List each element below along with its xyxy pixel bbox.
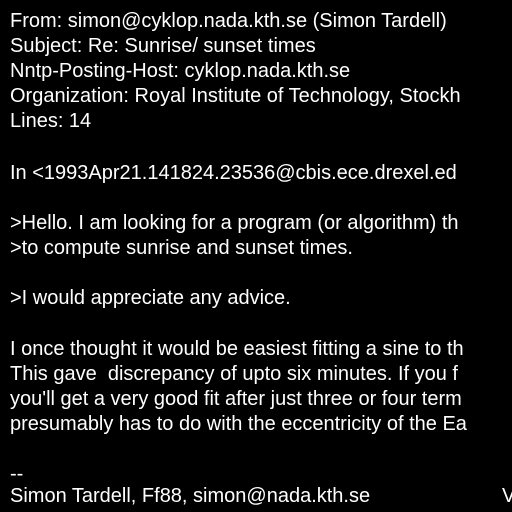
header-from: From: simon@cyklop.nada.kth.se (Simon Ta… [10,10,447,32]
header-organization: Organization: Royal Institute of Technol… [10,85,461,107]
signature-line: Simon Tardell, Ff88, simon@nada.kth.se [10,485,371,507]
reply-line: you'll get a very good fit after just th… [10,388,462,410]
header-lines: Lines: 14 [10,110,92,132]
reply-line: This gave discrepancy of upto six minute… [10,363,458,385]
message-view: From: simon@cyklop.nada.kth.se (Simon Ta… [0,0,512,512]
header-subject: Subject: Re: Sunrise/ sunset times [10,35,316,57]
reply-line: I once thought it would be easiest fitti… [10,338,464,360]
quoted-line: >to compute sunrise and sunset times. [10,237,353,259]
quoted-line: >I would appreciate any advice. [10,287,291,309]
header-posting-host: Nntp-Posting-Host: cyklop.nada.kth.se [10,60,351,82]
attribution-line: In <1993Apr21.141824.23536@cbis.ece.drex… [10,162,457,184]
quoted-line: >Hello. I am looking for a program (or a… [10,212,459,234]
reply-line: presumably has to do with the eccentrici… [10,413,467,435]
signature-right-fragment: V [502,485,512,507]
